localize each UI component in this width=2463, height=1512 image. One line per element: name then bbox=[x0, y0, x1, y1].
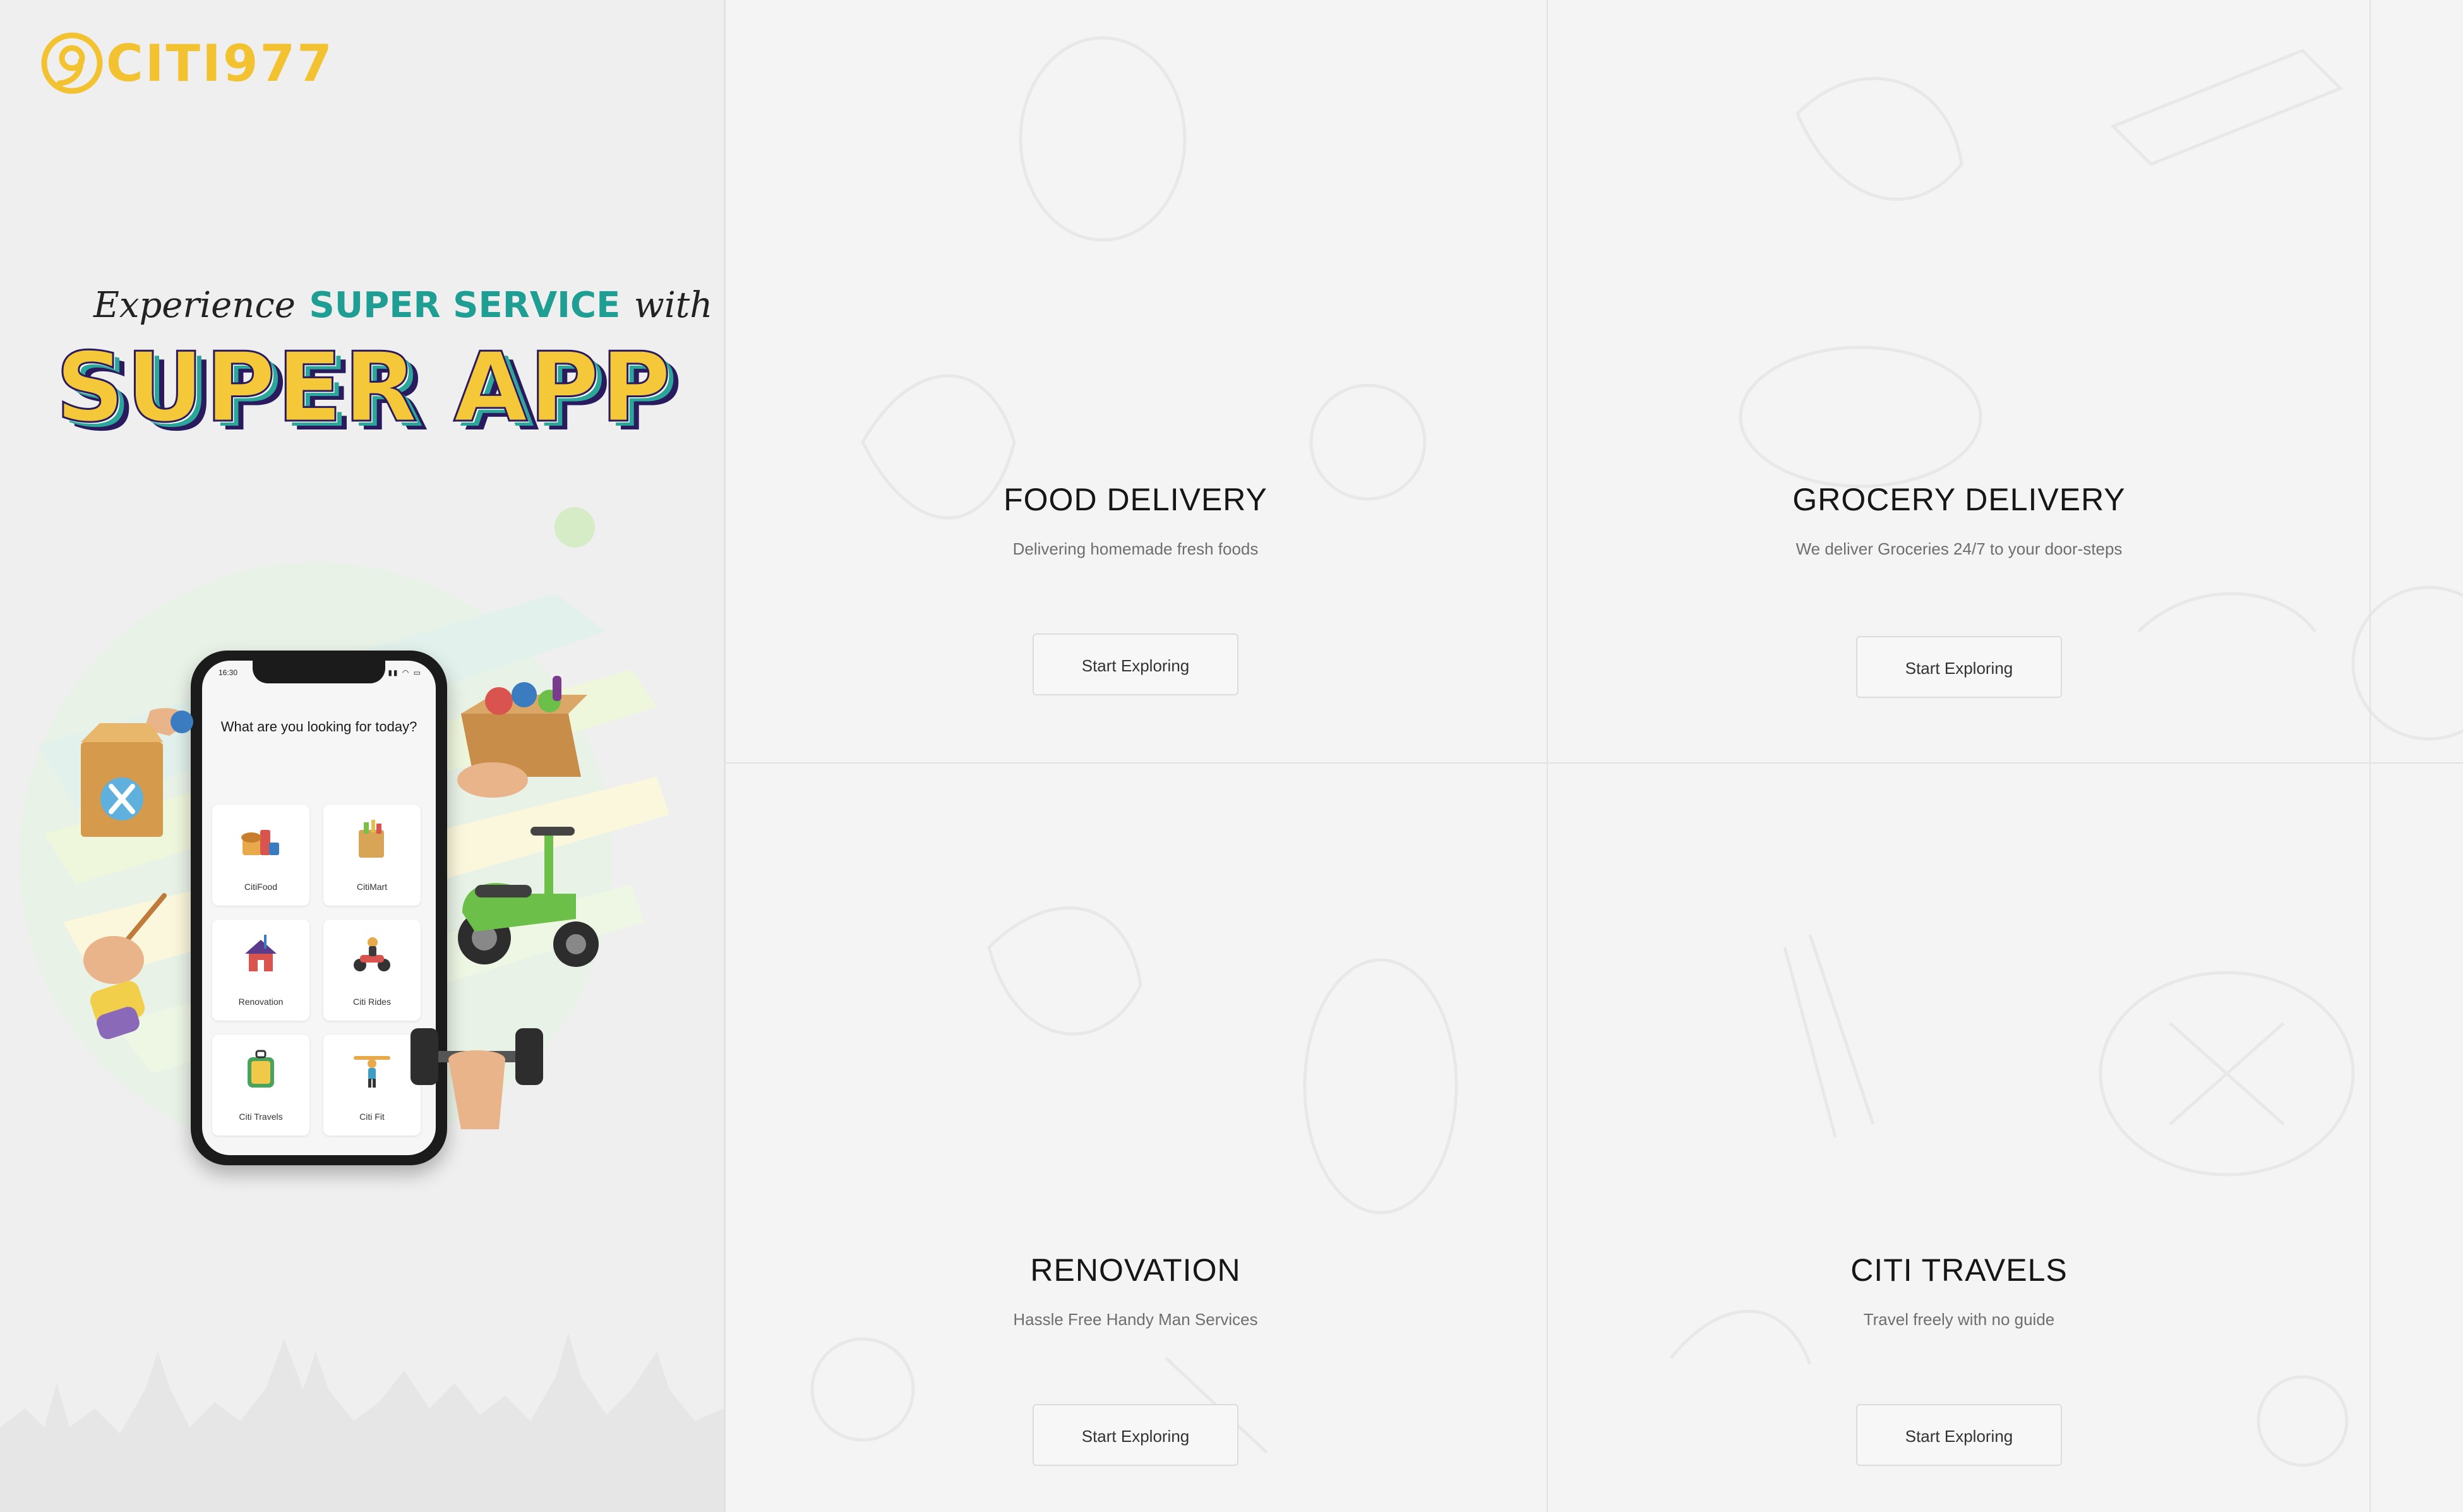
food-bag-prop-icon bbox=[81, 708, 193, 837]
phone-tile-citi-rides[interactable]: Citi Rides bbox=[323, 920, 421, 1021]
service-card-renovation: RENOVATION Hassle Free Handy Man Service… bbox=[724, 1252, 1547, 1466]
phone-tile-label: Citi Travels bbox=[239, 1112, 283, 1122]
start-exploring-button[interactable]: Start Exploring bbox=[1856, 1404, 2062, 1466]
service-description: Travel freely with no guide bbox=[1863, 1310, 2055, 1329]
phone-tile-citimart[interactable]: CitiMart bbox=[323, 805, 421, 906]
phone-tile-citi-travels[interactable]: Citi Travels bbox=[212, 1035, 309, 1136]
service-description: Hassle Free Handy Man Services bbox=[1013, 1310, 1258, 1329]
scooter-prop-icon bbox=[458, 827, 599, 967]
start-exploring-button[interactable]: Start Exploring bbox=[1033, 1404, 1238, 1466]
phone-tile-citifood[interactable]: CitiFood bbox=[212, 805, 309, 906]
house-tools-icon bbox=[245, 935, 277, 971]
grocery-bag-icon bbox=[359, 820, 384, 858]
phone-question: What are you looking for today? bbox=[220, 719, 417, 735]
phone-tile-label: Citi Rides bbox=[353, 997, 391, 1007]
hero-tagline: Experience SUPER SERVICE with our SUPER … bbox=[55, 272, 724, 445]
phone-status-time: 16:30 bbox=[219, 668, 238, 677]
phone-tile-renovation[interactable]: Renovation bbox=[212, 920, 309, 1021]
skyline-silhouette bbox=[0, 1333, 724, 1512]
food-icon bbox=[241, 830, 279, 855]
brand-logo[interactable]: CITI977 bbox=[40, 32, 334, 95]
brand-name: CITI977 bbox=[106, 33, 334, 93]
logo-mark-icon bbox=[41, 32, 103, 94]
grid-divider-horizontal bbox=[724, 762, 2463, 764]
phone-tile-label: Renovation bbox=[238, 997, 284, 1007]
left-hero-panel: CITI977 Experience SUPER SERVICE with ou… bbox=[0, 0, 726, 1512]
phone-tile-label: CitiMart bbox=[356, 882, 388, 892]
service-card-citi-travels: CITI TRAVELS Travel freely with no guide… bbox=[1547, 1252, 2371, 1466]
service-description: Delivering homemade fresh foods bbox=[1012, 539, 1259, 558]
phone-service-grid: CitiFood CitiMart Renovation Citi Rides … bbox=[212, 805, 427, 1136]
service-title: GROCERY DELIVERY bbox=[1792, 482, 2126, 517]
luggage-icon bbox=[248, 1050, 274, 1088]
start-exploring-button[interactable]: Start Exploring bbox=[1033, 633, 1238, 695]
tagline-super-service: SUPER SERVICE bbox=[309, 285, 621, 326]
phone-notch bbox=[253, 661, 385, 683]
service-description: We deliver Groceries 24/7 to your door-s… bbox=[1795, 539, 2123, 558]
service-card-food-delivery: FOOD DELIVERY Delivering homemade fresh … bbox=[724, 481, 1547, 695]
service-title: RENOVATION bbox=[1030, 1252, 1241, 1288]
phone-tile-label: CitiFood bbox=[244, 882, 278, 892]
grocery-box-prop-icon bbox=[457, 676, 587, 798]
super-app-headline: SUPER APP bbox=[55, 331, 673, 445]
phone-screen: 16:30 ▮▮ ◠ ▭ What are you looking for to… bbox=[202, 661, 436, 1155]
dumbbell-prop-icon bbox=[410, 1028, 543, 1129]
scooter-rider-icon bbox=[354, 937, 390, 971]
tagline-script-experience: Experience bbox=[93, 285, 296, 326]
tagline-line1: Experience SUPER SERVICE with our bbox=[93, 284, 724, 326]
hand-screwdriver-prop-icon bbox=[83, 893, 167, 1040]
service-title: CITI TRAVELS bbox=[1850, 1252, 2068, 1288]
fitness-icon bbox=[354, 1056, 390, 1088]
service-title: FOOD DELIVERY bbox=[1004, 482, 1267, 517]
signal-wifi-battery-icon: ▮▮ ◠ ▭ bbox=[388, 668, 422, 677]
service-card-grocery-delivery: GROCERY DELIVERY We deliver Groceries 24… bbox=[1547, 481, 2371, 698]
tagline-script-with-our: with our bbox=[633, 285, 724, 326]
start-exploring-button[interactable]: Start Exploring bbox=[1856, 636, 2062, 698]
